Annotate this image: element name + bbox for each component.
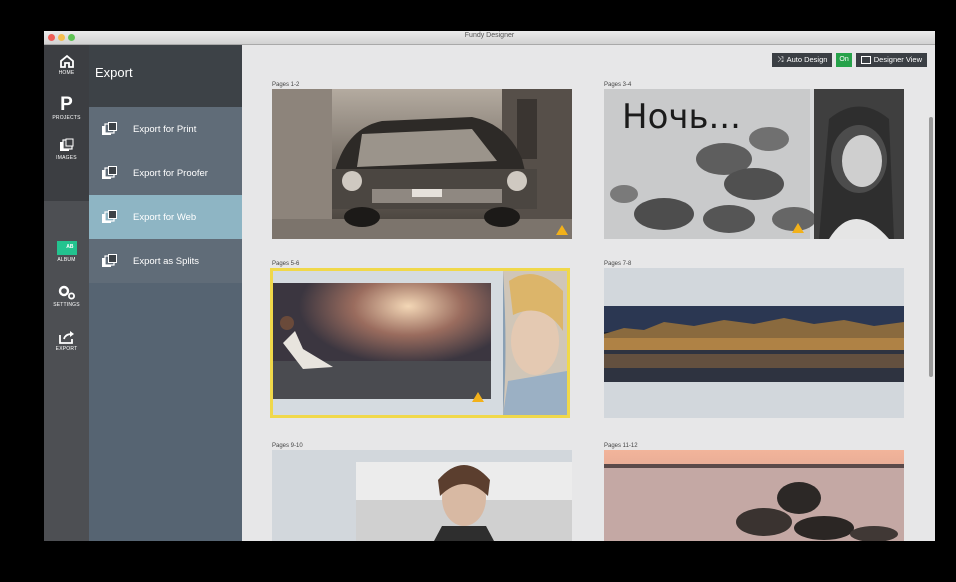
images-stack-icon (102, 166, 117, 179)
auto-design-toggle[interactable]: On (836, 53, 852, 67)
auto-design-button[interactable]: ⤨ Auto Design (772, 53, 833, 67)
warning-icon (792, 223, 804, 233)
spread-label: Pages 5-6 (272, 261, 300, 267)
images-stack-icon (59, 138, 73, 151)
city-waterfront-panorama (604, 268, 904, 418)
menu-export-for-print[interactable]: Export for Print (89, 107, 242, 151)
menu-item-label: Export for Proofer (133, 167, 208, 179)
images-stack-icon (102, 122, 117, 135)
designer-view-label: Designer View (873, 55, 922, 64)
spread-label: Pages 3-4 (604, 82, 632, 88)
export-menu-panel: Export Export for Print Export for Proof… (89, 45, 242, 541)
rail-home[interactable]: HOME (44, 54, 89, 76)
spread-overlay-title: Ночь... (622, 97, 741, 137)
warning-icon (556, 225, 568, 235)
rail-home-label: HOME (58, 70, 75, 76)
spread-pages-9-10[interactable] (272, 450, 572, 541)
menu-export-for-web[interactable]: Export for Web (89, 195, 242, 239)
gears-icon (58, 285, 75, 300)
rocky-sunset-seascape (604, 450, 904, 541)
images-stack-icon (102, 254, 117, 267)
rail-album-label: ALBUM (57, 257, 76, 263)
menu-item-label: Export as Splits (133, 255, 199, 267)
spread-label: Pages 9-10 (272, 443, 303, 449)
menu-item-label: Export for Print (133, 123, 197, 135)
sunset-and-portrait-photos (273, 271, 567, 415)
title-bar: Fundy Designer (44, 31, 935, 45)
menu-export-as-splits[interactable]: Export as Splits (89, 239, 242, 283)
shuffle-icon: ⤨ (777, 55, 784, 64)
menu-item-label: Export for Web (133, 211, 197, 223)
rail-projects-label: PROJECTS (52, 115, 81, 121)
spread-label: Pages 7-8 (604, 261, 632, 267)
app-window: Fundy Designer HOME P PROJECTS IMAGES AB… (44, 31, 935, 541)
images-stack-icon (102, 210, 117, 223)
export-share-icon (58, 331, 74, 344)
spread-pages-3-4[interactable]: Ночь... (604, 89, 904, 239)
warning-icon (472, 392, 484, 402)
rail-images[interactable]: IMAGES (44, 138, 89, 161)
rail-settings-label: SETTINGS (53, 302, 80, 308)
spread-pages-5-6-selected[interactable] (270, 268, 570, 418)
rail-projects[interactable]: P PROJECTS (44, 94, 89, 121)
vintage-car-photo (272, 89, 572, 239)
window-title: Fundy Designer (464, 32, 515, 39)
designer-view-button[interactable]: Designer View (855, 53, 927, 67)
spread-label: Pages 11-12 (604, 443, 638, 449)
rail-images-label: IMAGES (56, 155, 77, 161)
export-panel-title: Export (89, 45, 242, 107)
spread-pages-1-2[interactable] (272, 89, 572, 239)
rail-export[interactable]: EXPORT (44, 330, 89, 352)
portrait-photo (272, 450, 572, 541)
rail-export-label: EXPORT (55, 346, 78, 352)
spread-view-icon (860, 56, 871, 64)
spread-pages-11-12[interactable] (604, 450, 904, 541)
vertical-scrollbar[interactable] (929, 117, 933, 377)
spread-grid-area: ⤨ Auto Design On Designer View Pages 1-2 (242, 45, 935, 541)
auto-design-label: Auto Design (786, 55, 828, 64)
spread-pages-7-8[interactable] (604, 268, 904, 418)
album-icon: AB (56, 241, 77, 255)
icon-rail: HOME P PROJECTS IMAGES AB ALBUM SETTINGS… (44, 45, 89, 541)
spread-label: Pages 1-2 (272, 82, 300, 88)
rail-album[interactable]: AB ALBUM (44, 241, 89, 263)
home-icon (59, 54, 74, 68)
menu-export-for-proofer[interactable]: Export for Proofer (89, 151, 242, 195)
view-toolbar: ⤨ Auto Design On Designer View (772, 53, 927, 67)
rail-settings[interactable]: SETTINGS (44, 285, 89, 308)
projects-p-icon: P (60, 94, 73, 115)
